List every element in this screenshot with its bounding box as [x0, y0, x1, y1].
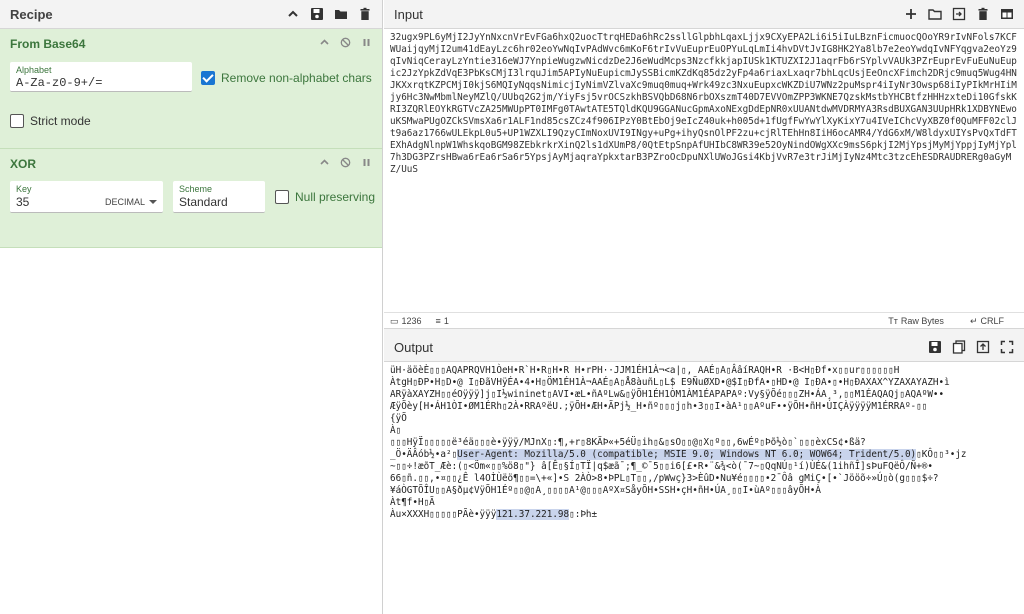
- lines-icon: ≡: [435, 316, 441, 326]
- output-line: {ÿÕ: [390, 413, 407, 424]
- output-line: ÀtgH▯ÐP•H▯D•@ I▯ÐãVHÿÉA•4•H▯ÖM1ÉH1À¬AAÉ▯…: [390, 377, 950, 388]
- layout-icon[interactable]: [1000, 7, 1014, 21]
- add-icon[interactable]: [904, 7, 918, 21]
- save-icon[interactable]: [310, 7, 324, 21]
- disable-icon[interactable]: [340, 157, 351, 171]
- text-icon: Tт: [888, 316, 898, 326]
- op-title: XOR: [10, 157, 37, 171]
- recipe-header: Recipe: [0, 0, 382, 29]
- output-line: ARÿàXAYZH▯▯éOÿÿÿ]j▯I½wininet▯AVI•æL•ñAºL…: [390, 389, 945, 400]
- scheme-label: Scheme: [179, 184, 213, 194]
- null-preserving-label: Null preserving: [295, 190, 376, 204]
- output-line: ~▯▯÷!æõT_Æè:(▯<Öm«▯▯%ö8▯"} â[Ê▯§Í▯TÏ|q$æ…: [390, 461, 933, 472]
- open-file-icon[interactable]: [952, 7, 966, 21]
- recipe-title: Recipe: [10, 6, 53, 22]
- input-title: Input: [394, 6, 423, 22]
- output-line: ▯▯▯HÿÏ▯▯▯▯▯ë³éä▯▯▯è•ÿÿÿ/MJnX▯:¶,+r▯8KÃÞ«…: [390, 437, 866, 448]
- output-title: Output: [394, 339, 434, 355]
- raw-bytes-toggle[interactable]: Tт Raw Bytes: [888, 316, 944, 326]
- scheme-field[interactable]: Scheme Standard: [173, 181, 265, 213]
- chevron-up-icon[interactable]: [319, 157, 330, 171]
- output-line: ¥áÒGTÕÎU▯▯A§ðµ¢VÿÕH1Éº▯▯@▯A¸▯▯▯▯A¹@▯▯▯Aº…: [390, 485, 821, 496]
- checkbox-unchecked-icon[interactable]: [275, 190, 289, 204]
- input-header: Input: [384, 0, 1024, 29]
- replace-input-icon[interactable]: [976, 340, 990, 354]
- ip-highlight: 121.37.221.98: [496, 509, 570, 520]
- chevron-up-icon[interactable]: [286, 7, 300, 21]
- op-xor: XOR Key 35 DECIMAL Scheme Standard Null …: [0, 149, 382, 248]
- output-line: À▯: [390, 425, 402, 436]
- eol-toggle[interactable]: ↵ CRLF: [970, 316, 1004, 327]
- pause-icon[interactable]: [361, 157, 372, 171]
- return-icon: ↵: [969, 315, 978, 326]
- key-label: Key: [16, 184, 32, 194]
- key-value: 35: [16, 195, 30, 209]
- op-from-base64: From Base64 Alphabet A-Za-z0-9+/= Remove…: [0, 29, 382, 149]
- input-pane: Input 32ugx9PL6yMjI2JyYnNxcnVrEvFGa6hxQ2…: [384, 0, 1024, 329]
- input-textarea[interactable]: 32ugx9PL6yMjI2JyYnNxcnVrEvFGa6hxQ2uocTtr…: [384, 29, 1024, 312]
- trash-icon[interactable]: [358, 7, 372, 21]
- length-icon: ▭: [390, 315, 399, 326]
- output-line: üH·äöèÈ▯▯▯AQAPRQVH1ÒeH•R`H•R▯H•R H•rPH··…: [390, 365, 900, 376]
- key-format-dropdown[interactable]: DECIMAL: [105, 197, 157, 207]
- key-format-value: DECIMAL: [104, 196, 145, 207]
- alphabet-value: A-Za-z0-9+/=: [16, 76, 103, 90]
- fullscreen-icon[interactable]: [1000, 340, 1014, 354]
- alphabet-label: Alphabet: [16, 65, 52, 75]
- disable-icon[interactable]: [340, 37, 351, 51]
- output-line: 66▯ñ.▯▯,•¤▯▯¿Ê l4OÌÙëö¶▯▯=\+«]•S 2ÀÒ>8•Þ…: [390, 473, 939, 484]
- save-icon[interactable]: [928, 340, 942, 354]
- strict-mode-label: Strict mode: [30, 114, 91, 128]
- chevron-down-icon: [149, 200, 157, 205]
- remove-nonalphabet-checkbox[interactable]: Remove non-alphabet chars: [201, 71, 372, 85]
- folder-icon[interactable]: [928, 7, 942, 21]
- char-count: ▭ 1236: [390, 315, 422, 327]
- null-preserving-checkbox[interactable]: Null preserving: [275, 190, 375, 204]
- pause-icon[interactable]: [361, 37, 372, 51]
- key-field[interactable]: Key 35 DECIMAL: [10, 181, 163, 213]
- op-title: From Base64: [10, 37, 86, 51]
- strict-mode-checkbox[interactable]: Strict mode: [10, 114, 91, 128]
- output-pane: Output üH·äöèÈ▯▯▯AQAPRQVH1ÒeH•R`H•R▯H•R …: [384, 333, 1024, 614]
- recipe-panel: Recipe From Base64 Alphabet A-Za-z0-9+/=…: [0, 0, 383, 614]
- alphabet-field[interactable]: Alphabet A-Za-z0-9+/=: [10, 62, 192, 92]
- output-line: ÆÿÕèy[H•ÁH1ÒI•ØM1ÉRh▯2À•RRAºëU.;ÿÕH•ÆH•Ã…: [390, 401, 928, 412]
- line-count: ≡ 1: [435, 316, 449, 326]
- scheme-value: Standard: [179, 195, 228, 209]
- output-line: Àt¶f•H▯Ã: [390, 497, 435, 508]
- output-textarea[interactable]: üH·äöèÈ▯▯▯AQAPRQVH1ÒeH•R`H•R▯H•R H•rPH··…: [384, 362, 1024, 614]
- checkbox-unchecked-icon[interactable]: [10, 114, 24, 128]
- user-agent-highlight: User-Agent: Mozilla/5.0 (compatible; MSI…: [457, 449, 917, 460]
- chevron-up-icon[interactable]: [319, 37, 330, 51]
- checkbox-checked-icon[interactable]: [201, 71, 215, 85]
- folder-icon[interactable]: [334, 7, 348, 21]
- output-line: Àu×XXXH▯▯▯▯▯PÃè•ÿÿÿ121.37.221.98▯:Þh±: [390, 509, 598, 520]
- output-header: Output: [384, 333, 1024, 362]
- input-status-bar: ▭ 1236 ≡ 1 Tт Raw Bytes ↵ CRLF: [384, 312, 1024, 329]
- trash-icon[interactable]: [976, 7, 990, 21]
- copy-icon[interactable]: [952, 340, 966, 354]
- remove-nonalphabet-label: Remove non-alphabet chars: [221, 71, 372, 85]
- output-line: _Ö•ÄÂób½•a²▯User-Agent: Mozilla/5.0 (com…: [390, 449, 967, 460]
